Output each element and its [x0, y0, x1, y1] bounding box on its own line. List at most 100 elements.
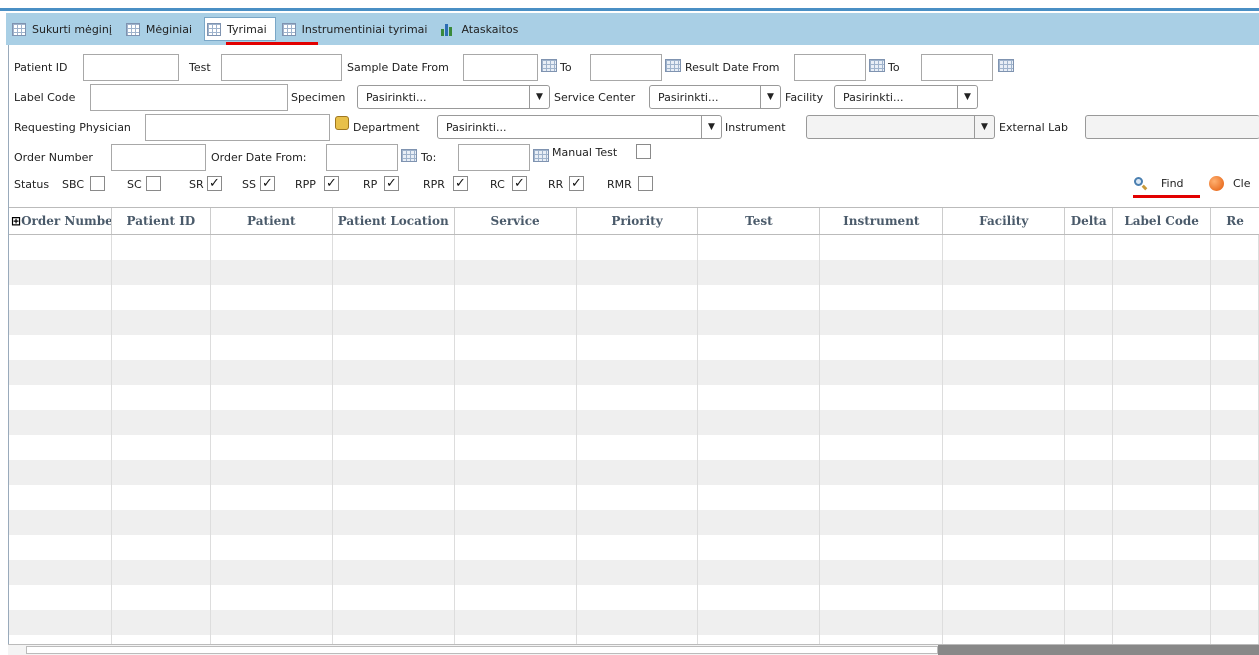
- table-row[interactable]: [9, 260, 1259, 285]
- status-rr-checkbox[interactable]: ✓: [569, 176, 584, 191]
- table-cell: [577, 585, 699, 610]
- label-code-input[interactable]: [90, 84, 288, 111]
- specimen-select[interactable]: Pasirinkti... ▼: [357, 85, 550, 109]
- calendar-icon[interactable]: [401, 149, 417, 162]
- status-ss-label: SS: [242, 178, 256, 191]
- result-date-from-input[interactable]: [794, 54, 866, 81]
- status-rc-label: RC: [490, 178, 505, 191]
- external-lab-select[interactable]: [1085, 115, 1259, 139]
- table-cell: [455, 235, 577, 260]
- calendar-icon[interactable]: [998, 59, 1014, 72]
- status-rpr-checkbox[interactable]: ✓: [453, 176, 468, 191]
- result-date-to-input[interactable]: [921, 54, 993, 81]
- table-cell: [820, 510, 944, 535]
- service-center-label: Service Center: [554, 91, 636, 104]
- table-row[interactable]: [9, 285, 1259, 310]
- service-center-value: Pasirinkti...: [658, 90, 719, 104]
- department-select[interactable]: Pasirinkti... ▼: [437, 115, 722, 139]
- table-row[interactable]: [9, 460, 1259, 485]
- column-header-delta[interactable]: Delta: [1065, 208, 1114, 234]
- column-header-service[interactable]: Service: [455, 208, 577, 234]
- column-header-test[interactable]: Test: [698, 208, 821, 234]
- table-cell: [820, 260, 944, 285]
- column-header-patient-id[interactable]: Patient ID: [112, 208, 211, 234]
- table-cell: [943, 360, 1066, 385]
- instrument-label: Instrument: [725, 121, 786, 134]
- status-rp-checkbox[interactable]: ✓: [384, 176, 399, 191]
- table-row[interactable]: [9, 585, 1259, 610]
- table-row[interactable]: [9, 310, 1259, 335]
- horizontal-scrollbar[interactable]: [8, 644, 1259, 655]
- tab-tyrimai[interactable]: Tyrimai: [204, 17, 276, 41]
- instrument-select[interactable]: ▼: [806, 115, 995, 139]
- tab-sukurti-meginj[interactable]: Sukurti mėginį: [10, 17, 120, 41]
- status-sc-checkbox[interactable]: [146, 176, 161, 191]
- status-sr-checkbox[interactable]: ✓: [207, 176, 222, 191]
- status-rc-checkbox[interactable]: ✓: [512, 176, 527, 191]
- table-cell: [698, 635, 821, 644]
- service-center-select[interactable]: Pasirinkti... ▼: [649, 85, 781, 109]
- table-cell: [820, 335, 944, 360]
- table-row[interactable]: [9, 560, 1259, 585]
- calendar-icon[interactable]: [533, 149, 549, 162]
- test-input[interactable]: [221, 54, 342, 81]
- order-number-input[interactable]: [111, 144, 206, 171]
- table-row[interactable]: [9, 610, 1259, 635]
- table-cell: [943, 610, 1066, 635]
- table-cell: [1065, 460, 1114, 485]
- clear-button[interactable]: Cle: [1209, 176, 1251, 191]
- tab-instrumentiniai-tyrimai[interactable]: Instrumentiniai tyrimai: [280, 17, 436, 41]
- table-cell: [112, 635, 211, 644]
- column-header-priority[interactable]: Priority: [577, 208, 699, 234]
- table-cell: [455, 610, 577, 635]
- tab-meginiai[interactable]: Mėginiai: [124, 17, 200, 41]
- table-row[interactable]: [9, 335, 1259, 360]
- facility-select[interactable]: Pasirinkti... ▼: [834, 85, 978, 109]
- table-cell: [455, 310, 577, 335]
- calendar-icon[interactable]: [541, 59, 557, 72]
- status-ss-checkbox[interactable]: ✓: [260, 176, 275, 191]
- table-row[interactable]: [9, 635, 1259, 644]
- calendar-icon[interactable]: [869, 59, 885, 72]
- manual-test-checkbox[interactable]: [636, 144, 651, 159]
- column-header-patient-location[interactable]: Patient Location: [333, 208, 455, 234]
- column-header-re[interactable]: Re: [1211, 208, 1259, 234]
- patient-id-input[interactable]: [83, 54, 179, 81]
- physician-lookup-icon[interactable]: [335, 116, 349, 130]
- table-row[interactable]: [9, 485, 1259, 510]
- column-header-patient[interactable]: Patient: [211, 208, 333, 234]
- table-row[interactable]: [9, 435, 1259, 460]
- column-header-order-number[interactable]: ⊞ Order Number: [9, 208, 112, 234]
- requesting-physician-input[interactable]: [145, 114, 330, 141]
- column-header-facility[interactable]: Facility: [943, 208, 1066, 234]
- column-header-label-code[interactable]: Label Code: [1113, 208, 1212, 234]
- table-cell: [333, 460, 455, 485]
- scrollbar-thumb[interactable]: [26, 646, 938, 654]
- expand-all-icon[interactable]: ⊞: [11, 214, 21, 228]
- status-rmr-checkbox[interactable]: [638, 176, 653, 191]
- table-row[interactable]: [9, 510, 1259, 535]
- find-button[interactable]: Find: [1133, 176, 1184, 191]
- specimen-value: Pasirinkti...: [366, 90, 427, 104]
- tab-ataskaitos[interactable]: Ataskaitos: [439, 17, 526, 41]
- column-header-instrument[interactable]: Instrument: [820, 208, 944, 234]
- table-row[interactable]: [9, 385, 1259, 410]
- order-date-to-input[interactable]: [458, 144, 530, 171]
- calendar-icon[interactable]: [665, 59, 681, 72]
- table-cell: [698, 485, 821, 510]
- table-row[interactable]: [9, 535, 1259, 560]
- status-rpp-checkbox[interactable]: ✓: [324, 176, 339, 191]
- manual-test-label: Manual Test: [552, 146, 618, 159]
- table-cell: [333, 235, 455, 260]
- table-row[interactable]: [9, 235, 1259, 260]
- sample-date-to-input[interactable]: [590, 54, 662, 81]
- table-cell: [333, 635, 455, 644]
- table-row[interactable]: [9, 410, 1259, 435]
- table-cell: [1113, 485, 1212, 510]
- grid-icon: [125, 22, 140, 36]
- sample-date-from-input[interactable]: [463, 54, 538, 81]
- order-date-from-input[interactable]: [326, 144, 398, 171]
- table-cell: [943, 535, 1066, 560]
- table-row[interactable]: [9, 360, 1259, 385]
- status-sbc-checkbox[interactable]: [90, 176, 105, 191]
